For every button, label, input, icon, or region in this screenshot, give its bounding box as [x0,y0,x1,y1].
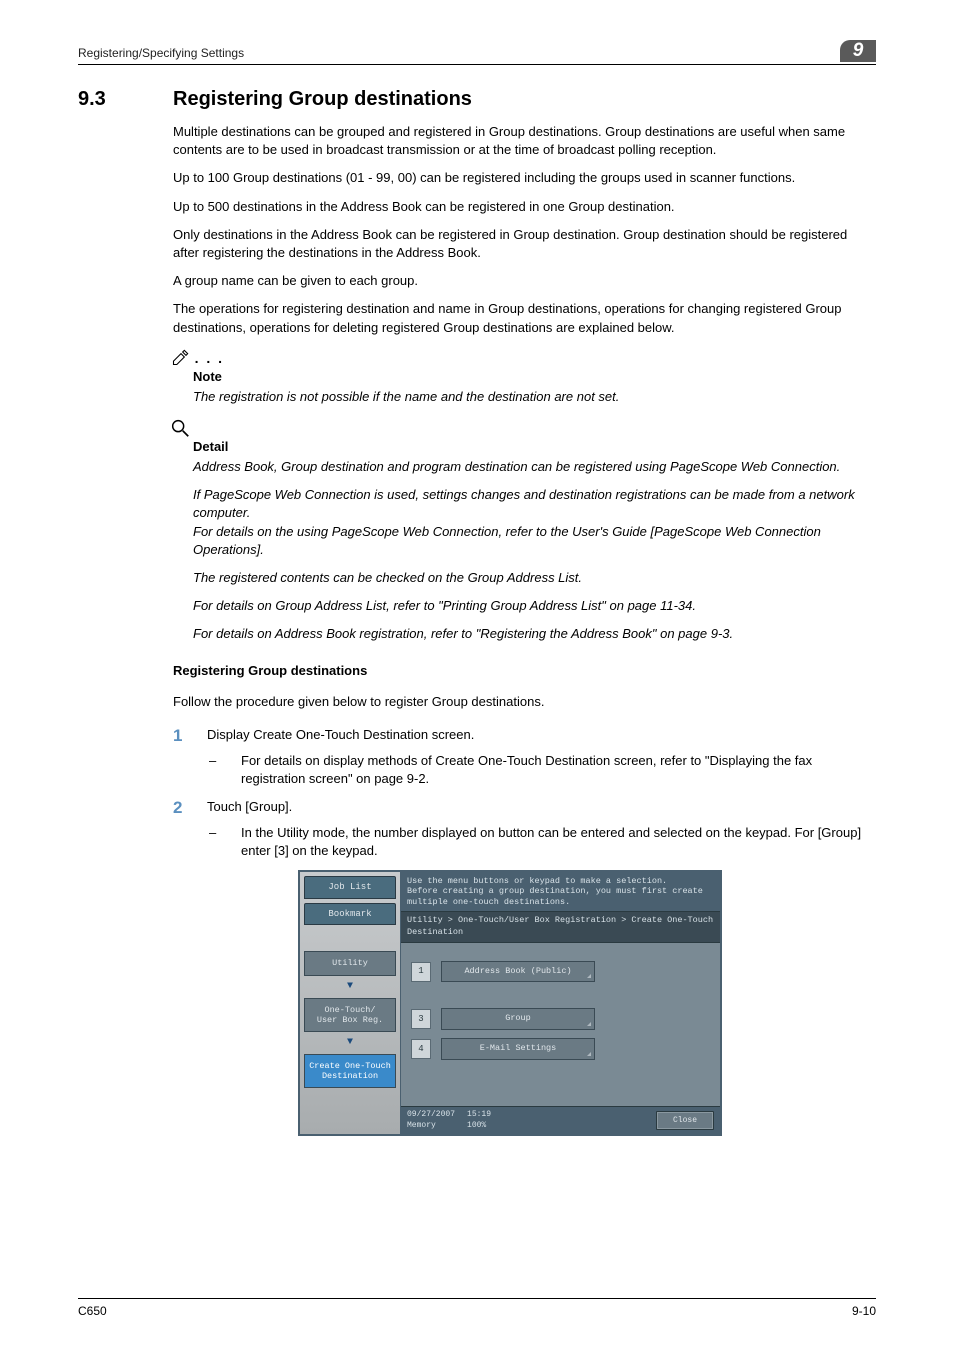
step-subtext: –In the Utility mode, the number display… [241,824,876,860]
detail-text: For details on Group Address List, refer… [193,597,876,615]
body-paragraph: The operations for registering destinati… [173,300,876,336]
body-paragraph: Only destinations in the Address Book ca… [173,226,876,262]
note-label: Note [193,368,876,386]
device-screenshot: Job List Bookmark Utility ▼ One-Touch/ U… [298,870,722,1135]
tab-job-list[interactable]: Job List [304,876,396,899]
option-number: 3 [411,1009,431,1029]
step-number: 2 [173,796,207,820]
subheading: Registering Group destinations [173,662,876,680]
address-book-button[interactable]: Address Book (Public) [441,961,595,983]
nav-create-onetouch-button[interactable]: Create One-Touch Destination [304,1054,396,1088]
body-paragraph: Up to 500 destinations in the Address Bo… [173,198,876,216]
close-button[interactable]: Close [656,1111,714,1130]
body-paragraph: A group name can be given to each group. [173,272,876,290]
ellipsis-icon: . . . [195,350,224,366]
section-number: 9.3 [78,85,173,113]
running-header: Registering/Specifying Settings [78,45,244,62]
option-number: 1 [411,962,431,982]
footer-model: C650 [78,1303,107,1320]
sub-intro: Follow the procedure given below to regi… [173,693,876,711]
detail-text: Address Book, Group destination and prog… [193,458,876,476]
option-number: 4 [411,1039,431,1059]
footer-page: 9-10 [852,1303,876,1320]
breadcrumb: Utility > One-Touch/User Box Registratio… [401,911,720,943]
step-subtext: –For details on display methods of Creat… [241,752,876,788]
body-paragraph: Up to 100 Group destinations (01 - 99, 0… [173,169,876,187]
status-time: 15:19 [467,1109,491,1120]
chapter-badge: 9 [840,40,876,62]
email-settings-button[interactable]: E-Mail Settings [441,1038,595,1060]
body-paragraph: Multiple destinations can be grouped and… [173,123,876,159]
detail-text: The registered contents can be checked o… [193,569,876,587]
detail-label: Detail [193,438,876,456]
step-text: Display Create One-Touch Destination scr… [207,724,474,748]
tab-bookmark[interactable]: Bookmark [304,903,396,926]
status-memory-label: Memory [407,1120,455,1131]
instruction-message: Use the menu buttons or keypad to make a… [401,872,720,911]
nav-utility-button[interactable]: Utility [304,951,396,975]
arrow-down-icon: ▼ [304,1036,396,1050]
header-rule [78,64,876,65]
step-number: 1 [173,724,207,748]
group-button[interactable]: Group [441,1008,595,1030]
detail-text: If PageScope Web Connection is used, set… [193,486,876,559]
note-text: The registration is not possible if the … [193,388,876,406]
section-title: Registering Group destinations [173,85,472,113]
step-text: Touch [Group]. [207,796,292,820]
status-memory-value: 100% [467,1120,491,1131]
detail-text: For details on Address Book registration… [193,625,876,643]
arrow-down-icon: ▼ [304,980,396,994]
nav-onetouch-button[interactable]: One-Touch/ User Box Reg. [304,998,396,1032]
status-date: 09/27/2007 [407,1109,455,1120]
